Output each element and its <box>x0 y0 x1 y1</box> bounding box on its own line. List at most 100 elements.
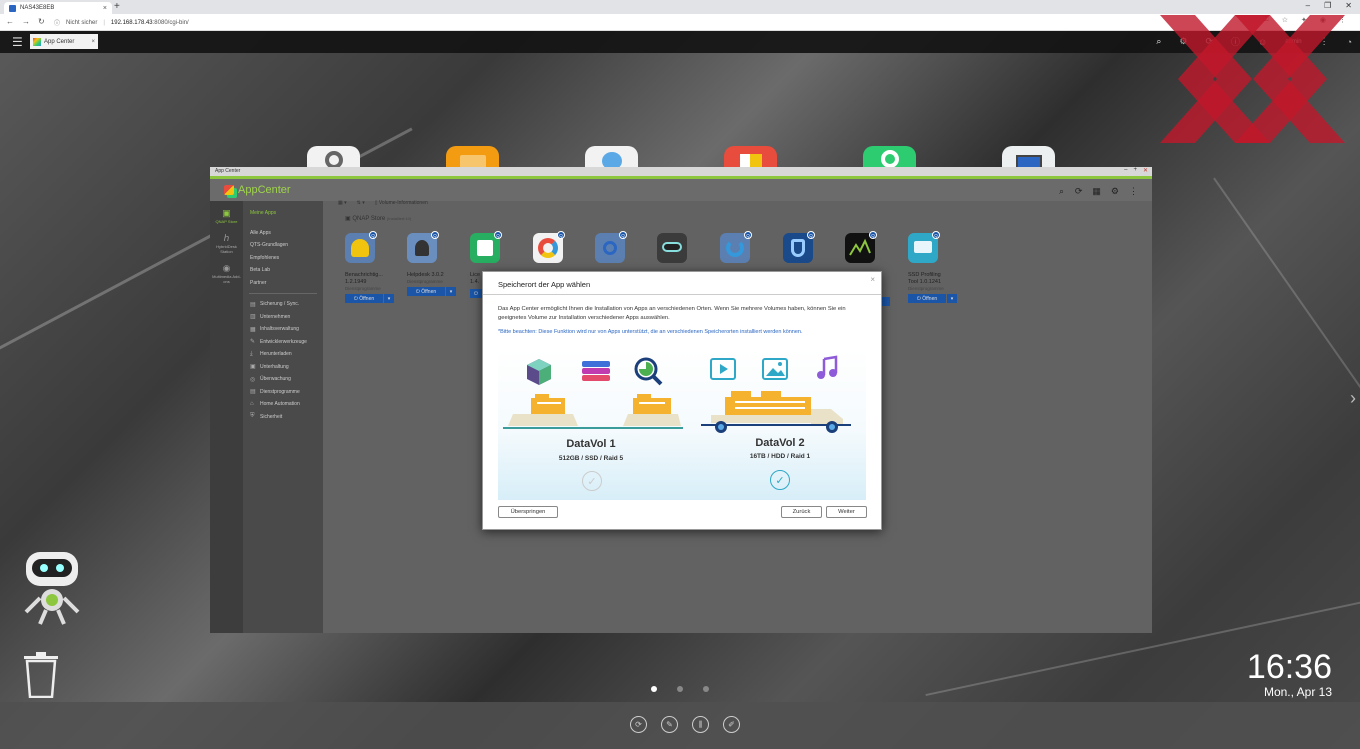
close-window-icon[interactable]: ✕ <box>1345 1 1352 10</box>
nav-item-recommended[interactable]: Empfohlenes <box>243 252 323 265</box>
dialog-title: Speicherort der App wählen <box>498 280 591 289</box>
back-arrow-icon[interactable]: ← <box>6 17 14 26</box>
volume-1-checkbox[interactable]: ✓ <box>582 471 602 491</box>
close-icon[interactable]: × <box>91 39 95 45</box>
header-icons: ⟳ ▦ ⚙ ⋮ <box>1075 186 1138 197</box>
volume-1-title: DataVol 1 <box>566 438 616 450</box>
page-dot[interactable] <box>703 686 709 692</box>
open-dropdown-icon[interactable]: ▾ <box>947 294 957 303</box>
page-dot[interactable] <box>677 686 683 692</box>
open-dropdown-icon[interactable]: ▾ <box>384 294 394 303</box>
nav-item-entertainment[interactable]: ▣ Unterhaltung <box>243 361 323 374</box>
notes-icon[interactable]: ✐ <box>723 716 740 733</box>
divider <box>249 293 317 294</box>
close-tab-icon[interactable]: × <box>103 5 107 12</box>
info-icon[interactable]: ⓘ <box>54 18 60 27</box>
hdd-volume-truck-illustration <box>701 391 851 433</box>
nav-item-security[interactable]: ⛨ Sicherheit <box>243 411 323 424</box>
grid-view-icon[interactable]: ▦ ▾ <box>338 200 347 206</box>
nav-item-content[interactable]: ▦ Inhaltsverwaltung <box>243 323 323 336</box>
minimize-icon[interactable]: – <box>1124 167 1127 174</box>
settings-gear-icon[interactable]: ⚙ <box>1111 186 1119 197</box>
photo-app-icon[interactable]: Q <box>533 231 565 263</box>
network-app-icon[interactable]: Q <box>595 231 627 263</box>
notification-center-app-icon[interactable]: Q <box>345 231 377 263</box>
q-badge: Q <box>369 231 377 239</box>
nav-item-partner[interactable]: Partner <box>243 277 323 290</box>
nav-item-all-apps[interactable]: Alle Apps <box>243 227 323 240</box>
reload-icon[interactable]: ↻ <box>38 17 45 26</box>
license-app-icon[interactable]: Q <box>470 231 502 263</box>
rail-item-multimedia[interactable]: ◉ Multimedia Add-ons <box>210 262 243 284</box>
nav-item-backup[interactable]: ▤ Sicherung / Sync. <box>243 298 323 311</box>
new-tab-button[interactable]: + <box>114 1 120 12</box>
refresh-icon[interactable]: ⟳ <box>1075 186 1083 197</box>
sync-app-icon[interactable]: Q <box>720 231 752 263</box>
open-button[interactable]: ⏻ Öffnen <box>908 294 946 303</box>
back-button[interactable]: Zurück <box>781 506 822 518</box>
robot-app-icon[interactable] <box>657 233 687 263</box>
open-button[interactable]: ⏻ Öffnen <box>345 294 383 303</box>
next-button[interactable]: Weiter <box>826 506 867 518</box>
rail-item-hybriddesk[interactable]: ℎ HybridDesk Station <box>210 232 243 254</box>
security-app-icon[interactable]: Q <box>783 231 815 263</box>
volume-2-checkbox[interactable]: ✓ <box>770 470 790 490</box>
nav-item-qts-basics[interactable]: QTS-Grundlagen <box>243 239 323 252</box>
forward-arrow-icon[interactable]: → <box>22 17 30 26</box>
open-label: Öffnen <box>922 295 938 302</box>
sort-icon[interactable]: ⇅ ▾ <box>357 200 365 206</box>
nav-label: Beta Lab <box>250 267 271 274</box>
columns-icon[interactable]: ⫼ <box>692 716 709 733</box>
nav-item-developer[interactable]: ✎ Entwicklerwerkzeuge <box>243 336 323 349</box>
maximize-icon[interactable]: ❐ <box>1324 1 1331 10</box>
ssd-profiling-app-icon[interactable]: Q <box>908 231 940 263</box>
qboost-robot-icon[interactable] <box>18 552 88 627</box>
helpdesk-app-icon[interactable]: Q <box>407 231 439 263</box>
minimize-icon[interactable]: – <box>1306 1 1310 10</box>
taskbar-app-center-tab[interactable]: App Center × <box>30 34 98 49</box>
app-card-notification: Benachrichtig... 1.2.1949 Dienstprogramm… <box>345 269 395 349</box>
nav-label: Home Automation <box>260 401 300 408</box>
q-badge: Q <box>932 231 940 239</box>
volume-1-details: 512GB / SSD / Raid 5 <box>558 455 624 462</box>
dialog-description: Das App Center ermöglicht Ihnen die Inst… <box>498 306 846 321</box>
address-bar <box>0 14 1360 31</box>
open-button[interactable]: ⏻ <box>470 289 482 298</box>
skip-button[interactable]: Überspringen <box>498 506 558 518</box>
dashboard-icon[interactable]: ◔ <box>1347 37 1352 47</box>
store-heading-icon: ▣ <box>345 216 351 222</box>
maximize-icon[interactable]: + <box>1133 167 1137 174</box>
nav-item-my-apps[interactable]: Meine Apps <box>243 207 323 220</box>
rail-item-qnap-store[interactable]: ▣ QNAP Store <box>210 207 243 224</box>
chevron-right-icon[interactable]: › <box>1350 388 1356 409</box>
open-button[interactable]: ⏻ Öffnen <box>407 287 445 296</box>
page-dot[interactable] <box>651 686 657 692</box>
browser-tab[interactable]: NAS43E8EB × <box>4 2 112 14</box>
open-dropdown-icon[interactable]: ▾ <box>446 287 456 296</box>
more-icon[interactable]: ⋮ <box>1129 186 1138 197</box>
nav-item-surveillance[interactable]: ◎ Überwachung <box>243 373 323 386</box>
download-icon: ⤓ <box>250 350 253 357</box>
close-icon[interactable]: × <box>870 275 875 284</box>
search-icon[interactable]: ⌕ <box>1059 186 1064 197</box>
install-location-dialog: Speicherort der App wählen × Das App Cen… <box>482 271 882 530</box>
nav-label: Dienstprogramme <box>260 388 300 395</box>
nav-item-business[interactable]: ▥ Unternehmen <box>243 311 323 324</box>
nav-item-home-automation[interactable]: ⌂ Home Automation <box>243 398 323 411</box>
store-heading-label: QNAP Store <box>352 216 386 222</box>
url-field[interactable]: ⓘ Nicht sicher | 192.168.178.43:8080/cgi… <box>54 16 189 29</box>
main-menu-icon[interactable]: ☰ <box>12 35 23 49</box>
nav-item-utilities[interactable]: ▤ Dienstprogramme <box>243 386 323 399</box>
nav-label: QTS-Grundlagen <box>250 242 289 249</box>
monitor-app-icon[interactable]: Q <box>845 231 877 263</box>
qsync-icon[interactable]: ⟳ <box>630 716 647 733</box>
trash-icon[interactable] <box>22 652 60 698</box>
tools-icon[interactable]: ✎ <box>661 716 678 733</box>
manual-install-icon[interactable]: ▦ <box>1092 186 1101 197</box>
volume-info-button[interactable]: ▯ Volume-Informationen <box>375 200 428 206</box>
nav-label: Empfohlenes <box>250 254 280 261</box>
app-name: SSD Profiling <box>908 272 941 278</box>
nav-item-beta-lab[interactable]: Beta Lab <box>243 264 323 277</box>
nav-item-download[interactable]: ⤓ Herunterladen <box>243 348 323 361</box>
close-icon[interactable]: ✕ <box>1143 167 1148 174</box>
